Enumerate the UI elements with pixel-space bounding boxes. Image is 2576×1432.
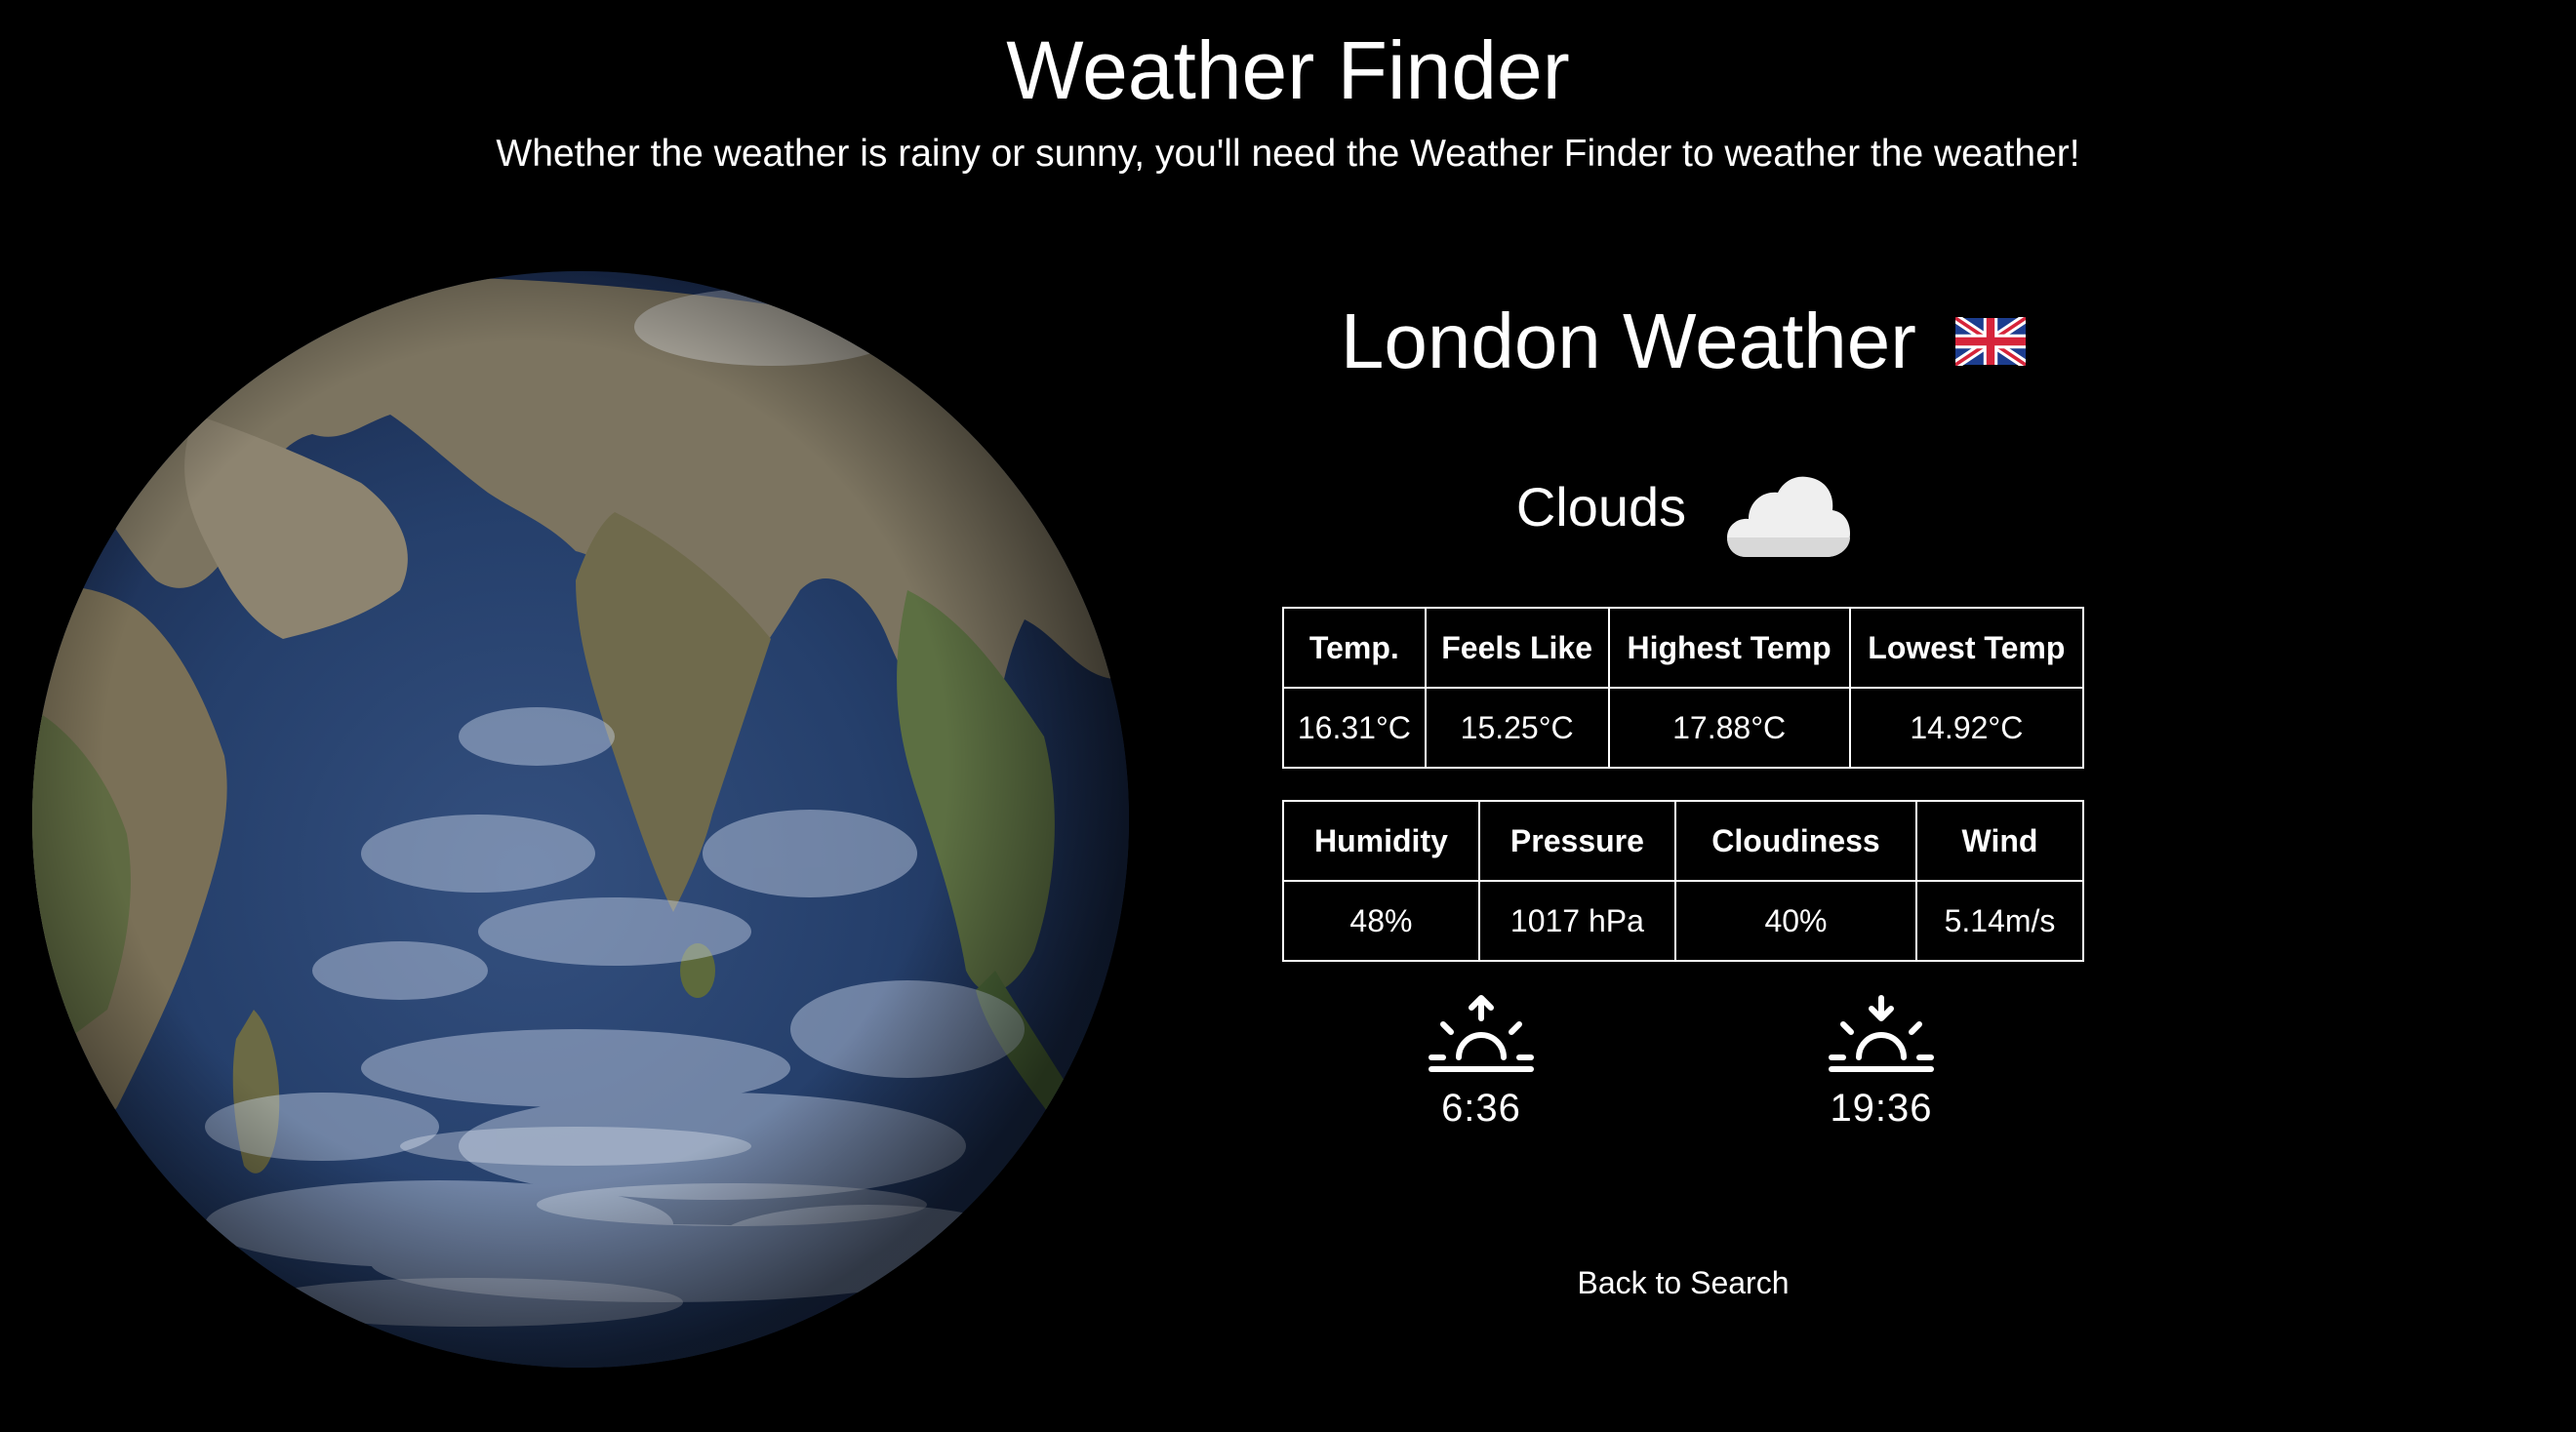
value-highest-temp: 17.88°C bbox=[1607, 687, 1851, 769]
value-wind: 5.14m/s bbox=[1915, 880, 2084, 962]
back-to-search-link[interactable]: Back to Search bbox=[1268, 1263, 2098, 1302]
header-feels-like: Feels Like bbox=[1424, 607, 1610, 689]
value-lowest-temp: 14.92°C bbox=[1848, 687, 2085, 769]
weather-panel: London Weather Clouds Temp. Feels Like H… bbox=[1268, 273, 2098, 1346]
temperature-value-row: 16.31°C 15.25°C 17.88°C 14.92°C bbox=[1282, 687, 2085, 769]
value-cloudiness: 40% bbox=[1673, 880, 1918, 962]
conditions-header-row: Humidity Pressure Cloudiness Wind bbox=[1282, 800, 2084, 882]
sunset-icon bbox=[1829, 995, 1934, 1072]
city-heading-text: London Weather bbox=[1340, 298, 1916, 384]
city-heading: London Weather bbox=[1268, 293, 2098, 390]
sunrise-icon bbox=[1429, 995, 1534, 1072]
uk-flag-icon bbox=[1955, 316, 2027, 366]
temperature-header-row: Temp. Feels Like Highest Temp Lowest Tem… bbox=[1282, 607, 2085, 689]
header-cloudiness: Cloudiness bbox=[1673, 800, 1918, 882]
header-pressure: Pressure bbox=[1477, 800, 1676, 882]
sunset-time: 19:36 bbox=[1830, 1087, 1933, 1130]
tagline: Whether the weather is rainy or sunny, y… bbox=[496, 133, 2080, 175]
earth-globe-image bbox=[32, 271, 1129, 1368]
header-humidity: Humidity bbox=[1282, 800, 1480, 882]
temperature-table: Temp. Feels Like Highest Temp Lowest Tem… bbox=[1282, 607, 2085, 769]
header-temp: Temp. bbox=[1282, 607, 1427, 689]
conditions-value-row: 48% 1017 hPa 40% 5.14m/s bbox=[1282, 880, 2084, 962]
value-humidity: 48% bbox=[1282, 880, 1480, 962]
cloud-icon bbox=[1727, 476, 1851, 557]
sunrise-block: 6:36 bbox=[1384, 995, 1579, 1134]
value-temp: 16.31°C bbox=[1282, 687, 1427, 769]
condition-row: Clouds bbox=[1268, 449, 2098, 566]
weather-condition: Clouds bbox=[1515, 476, 1687, 537]
sunrise-time: 6:36 bbox=[1441, 1087, 1521, 1130]
header-highest-temp: Highest Temp bbox=[1607, 607, 1851, 689]
site-title: Weather Finder bbox=[1006, 24, 1570, 116]
page: Weather Finder Whether the weather is ra… bbox=[0, 0, 2576, 1432]
conditions-table: Humidity Pressure Cloudiness Wind 48% 10… bbox=[1282, 800, 2084, 962]
header-lowest-temp: Lowest Temp bbox=[1848, 607, 2085, 689]
value-pressure: 1017 hPa bbox=[1477, 880, 1676, 962]
sunset-block: 19:36 bbox=[1784, 995, 1979, 1134]
value-feels-like: 15.25°C bbox=[1424, 687, 1610, 769]
header-wind: Wind bbox=[1915, 800, 2084, 882]
